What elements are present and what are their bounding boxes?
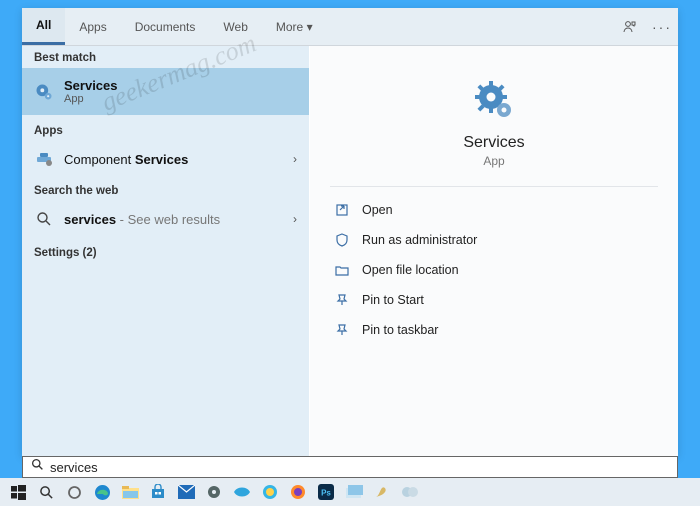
action-label: Open: [362, 203, 393, 217]
result-component-services[interactable]: Component Services ›: [22, 141, 309, 177]
preview-pane: Services App Open Run as administrator O…: [309, 46, 678, 456]
settings-icon[interactable]: [200, 478, 228, 506]
best-match-header: Best match: [22, 46, 309, 68]
file-explorer-icon[interactable]: [116, 478, 144, 506]
action-label: Run as administrator: [362, 233, 477, 247]
result-highlight: Services: [135, 152, 189, 167]
pin-start-icon: [334, 292, 350, 308]
results-pane: Best match Services App Apps Component S…: [22, 46, 309, 456]
edge-icon[interactable]: [88, 478, 116, 506]
search-input[interactable]: [50, 460, 669, 475]
gear-icon: [474, 80, 514, 120]
web-query: services: [64, 212, 116, 227]
start-button[interactable]: [4, 478, 32, 506]
search-icon: [31, 458, 44, 476]
tab-documents[interactable]: Documents: [121, 8, 210, 45]
action-open-location[interactable]: Open file location: [330, 255, 658, 285]
taskbar: Ps: [0, 478, 700, 506]
taskbar-search-icon[interactable]: [32, 478, 60, 506]
web-suffix: - See web results: [116, 212, 220, 227]
tab-apps[interactable]: Apps: [65, 8, 120, 45]
app-icon[interactable]: [228, 478, 256, 506]
cortana-icon[interactable]: [60, 478, 88, 506]
tab-all[interactable]: All: [22, 8, 65, 45]
store-icon[interactable]: [144, 478, 172, 506]
firefox-icon[interactable]: [284, 478, 312, 506]
app-icon[interactable]: [396, 478, 424, 506]
settings-header[interactable]: Settings (2): [22, 237, 309, 263]
feedback-icon[interactable]: [614, 19, 646, 35]
action-label: Pin to Start: [362, 293, 424, 307]
preview-hero: Services App: [330, 68, 658, 187]
component-services-icon: [34, 149, 54, 169]
photoshop-icon[interactable]: Ps: [312, 478, 340, 506]
search-body: Best match Services App Apps Component S…: [22, 46, 678, 456]
open-icon: [334, 202, 350, 218]
app-icon[interactable]: [368, 478, 396, 506]
chevron-down-icon: ▾: [307, 20, 313, 34]
result-prefix: Component: [64, 152, 135, 167]
mail-icon[interactable]: [172, 478, 200, 506]
folder-icon: [334, 262, 350, 278]
search-icon: [34, 209, 54, 229]
action-label: Open file location: [362, 263, 459, 277]
app-icon[interactable]: [256, 478, 284, 506]
best-match-title: Services: [64, 78, 297, 93]
web-header: Search the web: [22, 177, 309, 201]
tab-web[interactable]: Web: [209, 8, 261, 45]
action-pin-start[interactable]: Pin to Start: [330, 285, 658, 315]
best-match-result[interactable]: Services App: [22, 68, 309, 115]
preview-subtitle: App: [330, 154, 658, 168]
action-pin-taskbar[interactable]: Pin to taskbar: [330, 315, 658, 345]
pin-taskbar-icon: [334, 322, 350, 338]
preview-title: Services: [330, 134, 658, 152]
gear-icon: [34, 82, 54, 102]
result-web-services[interactable]: services - See web results ›: [22, 201, 309, 237]
admin-icon: [334, 232, 350, 248]
tab-more-label: More: [276, 20, 303, 34]
action-run-admin[interactable]: Run as administrator: [330, 225, 658, 255]
chevron-right-icon: ›: [293, 152, 297, 166]
search-flyout: All Apps Documents Web More ▾ ··· Best m…: [22, 8, 678, 456]
chevron-right-icon: ›: [293, 212, 297, 226]
tab-more[interactable]: More ▾: [262, 8, 327, 45]
svg-text:Ps: Ps: [321, 489, 331, 498]
best-match-subtitle: App: [64, 93, 297, 105]
options-icon[interactable]: ···: [646, 19, 678, 35]
action-label: Pin to taskbar: [362, 323, 438, 337]
search-tabs: All Apps Documents Web More ▾ ···: [22, 8, 678, 46]
action-open[interactable]: Open: [330, 195, 658, 225]
apps-header: Apps: [22, 115, 309, 141]
search-box[interactable]: [22, 456, 678, 478]
app-icon[interactable]: [340, 478, 368, 506]
